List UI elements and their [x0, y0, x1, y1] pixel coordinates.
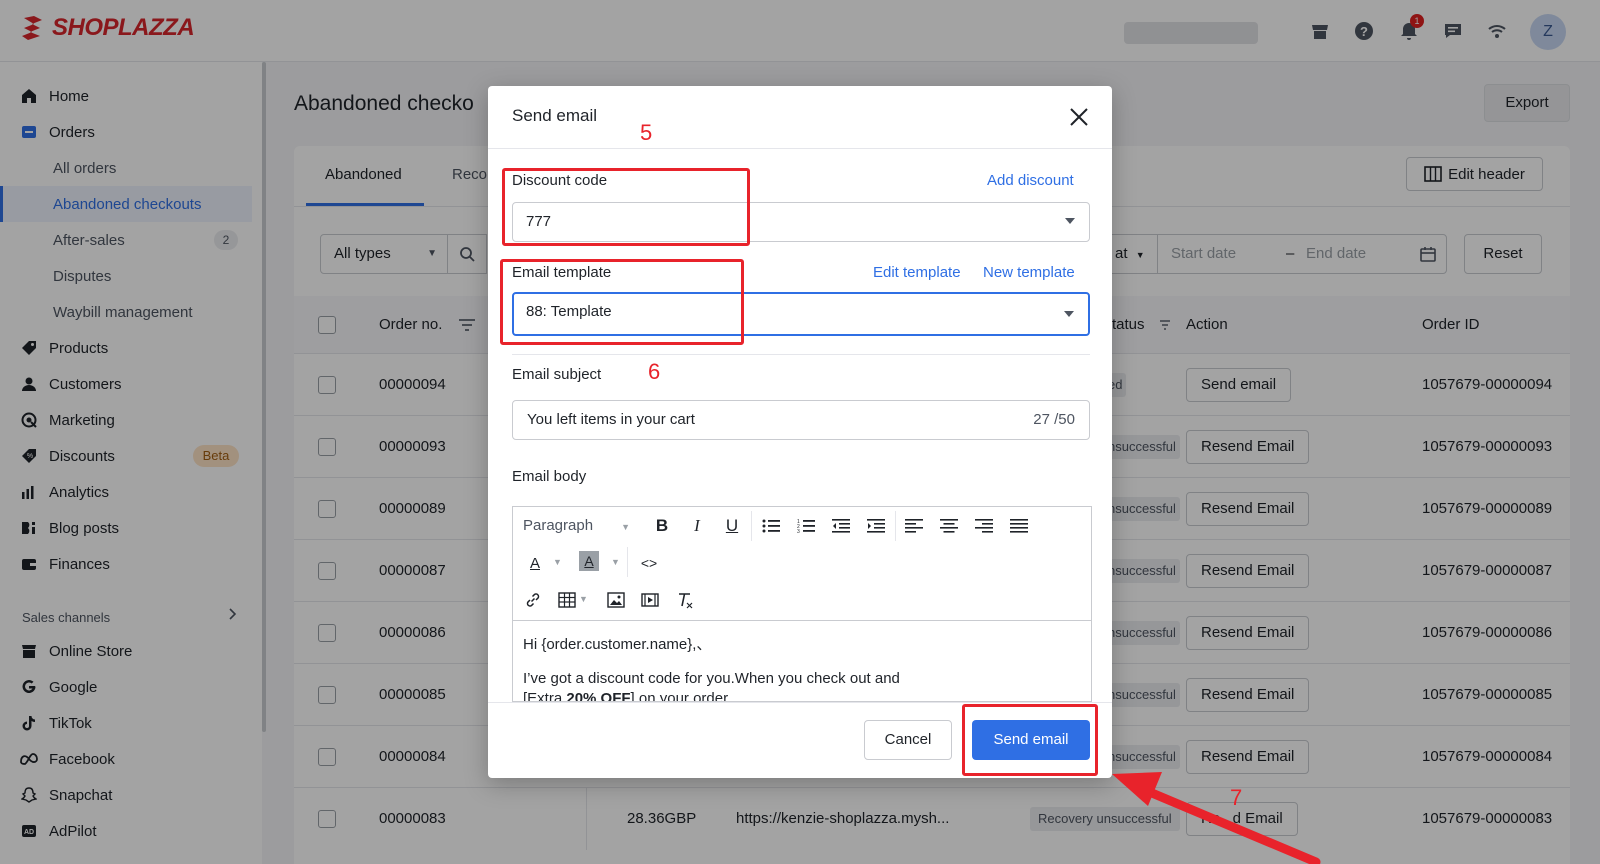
character-count: 27 /50	[1033, 411, 1075, 428]
annotation-box-template	[500, 259, 744, 345]
add-discount-link[interactable]: Add discount	[987, 172, 1074, 189]
annotation-arrow-icon	[1112, 772, 1321, 864]
editor-toolbar: Paragraph ▼ B I U 123 A ▼ A ▼ <> ▼	[513, 507, 1091, 621]
email-body-text: ] on your order	[630, 690, 729, 702]
align-justify-icon[interactable]	[1007, 514, 1031, 538]
footer-divider	[488, 702, 1112, 703]
video-icon[interactable]	[638, 588, 662, 612]
bold-icon[interactable]: B	[650, 514, 674, 538]
paragraph-format-select[interactable]: Paragraph ▼	[523, 517, 630, 534]
new-template-link[interactable]: New template	[983, 264, 1075, 281]
indent-icon[interactable]	[864, 514, 888, 538]
chevron-down-icon[interactable]: ▼	[611, 557, 620, 567]
annotation-step-6: 6	[648, 359, 661, 384]
email-subject-label: Email subject	[512, 366, 602, 383]
outdent-icon[interactable]	[829, 514, 853, 538]
align-center-icon[interactable]	[937, 514, 961, 538]
text-color-icon[interactable]: A	[523, 551, 547, 575]
table-icon[interactable]	[555, 588, 579, 612]
caret-down-icon	[1064, 311, 1074, 317]
toolbar-separator	[751, 511, 752, 541]
align-right-icon[interactable]	[972, 514, 996, 538]
dialog-title: Send email	[512, 106, 598, 125]
annotation-step-5: 5	[640, 120, 653, 145]
email-subject-value: You left items in your cart	[527, 411, 695, 428]
close-icon[interactable]	[1068, 106, 1090, 128]
image-icon[interactable]	[604, 588, 628, 612]
code-view-icon[interactable]: <>	[637, 551, 661, 575]
edit-template-link[interactable]: Edit template	[873, 264, 961, 281]
numbered-list-icon[interactable]: 123	[794, 514, 818, 538]
chevron-down-icon: ▼	[621, 522, 630, 532]
email-body-content[interactable]: Hi {order.customer.name},、 I’ve got a di…	[523, 635, 1083, 702]
email-subject-input[interactable]: You left items in your cart 27 /50	[512, 400, 1090, 440]
dialog-divider	[488, 148, 1112, 149]
email-body-line: I’ve got a discount code for you.When yo…	[523, 670, 900, 687]
rich-text-editor[interactable]: Paragraph ▼ B I U 123 A ▼ A ▼ <> ▼ Hi {o…	[512, 506, 1092, 702]
align-left-icon[interactable]	[902, 514, 926, 538]
email-body-line: Hi {order.customer.name},、	[523, 636, 712, 653]
link-icon[interactable]	[521, 588, 545, 612]
discount-highlight: 20% OFF	[566, 690, 631, 702]
chevron-down-icon[interactable]: ▼	[553, 557, 562, 567]
annotation-box-send	[962, 704, 1098, 776]
section-divider	[512, 354, 1090, 355]
email-body-label: Email body	[512, 468, 587, 485]
clear-formatting-icon[interactable]	[673, 588, 697, 612]
background-color-icon[interactable]: A	[579, 551, 599, 571]
email-body-line: [Extra 20% OFF] on your order	[523, 689, 1083, 702]
underline-icon[interactable]: U	[720, 514, 744, 538]
toolbar-separator	[895, 511, 896, 541]
bullet-list-icon[interactable]	[759, 514, 783, 538]
chevron-down-icon[interactable]: ▼	[579, 594, 588, 604]
toolbar-separator	[627, 547, 628, 577]
italic-icon[interactable]: I	[685, 514, 709, 538]
paragraph-format-value: Paragraph	[523, 517, 594, 534]
svg-text:3: 3	[797, 529, 800, 534]
caret-down-icon	[1065, 218, 1075, 224]
cancel-button[interactable]: Cancel	[864, 720, 952, 760]
email-body-text: [Extra	[523, 690, 567, 702]
annotation-box-discount	[502, 168, 750, 246]
